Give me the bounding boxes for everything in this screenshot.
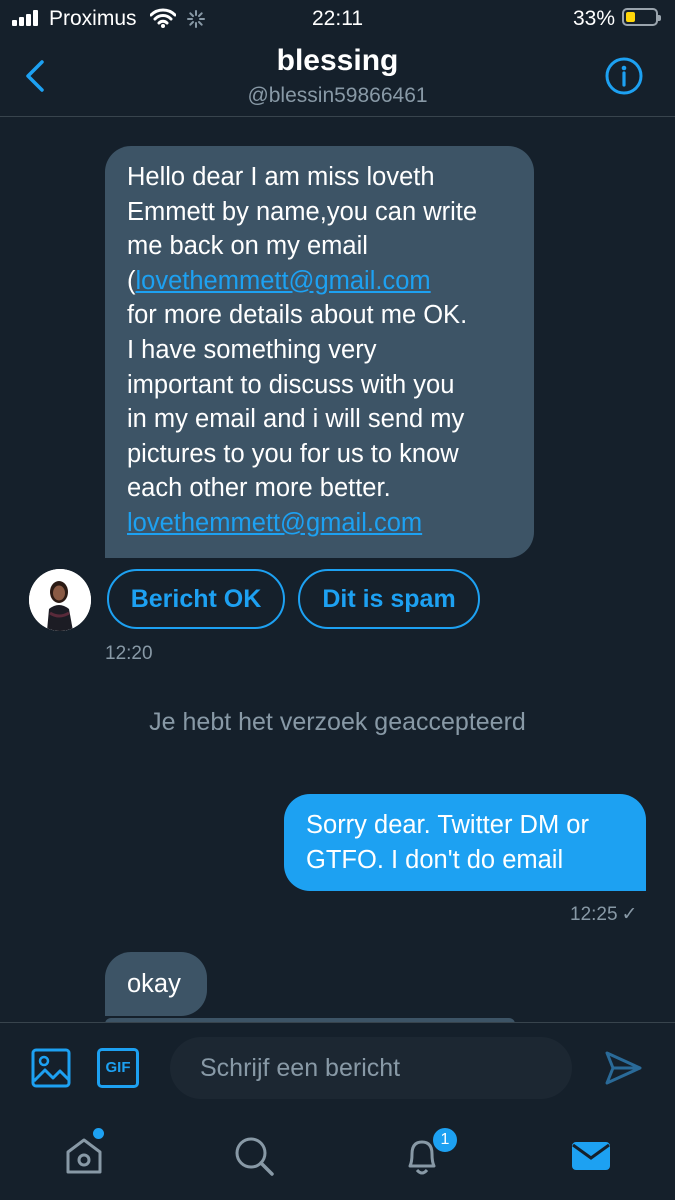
conversation-header: blessing @blessin59866461	[0, 38, 675, 117]
email-link[interactable]: lovethemmett@gmail.com	[127, 509, 422, 537]
avatar-image	[29, 569, 91, 631]
message-line: in my email and i will send my	[127, 405, 465, 434]
contact-handle: @blessin59866461	[247, 84, 428, 107]
status-bar: Proximus 22:11 33%	[0, 0, 675, 38]
message-timestamp: 12:20	[105, 643, 153, 664]
message-line: Hello dear I am miss loveth	[127, 163, 435, 191]
image-icon[interactable]	[31, 1048, 71, 1088]
gif-button[interactable]: GIF	[97, 1048, 139, 1088]
message-line: for more details about me OK.	[127, 301, 468, 330]
message-ok-button[interactable]: Bericht OK	[107, 569, 285, 629]
notification-badge: 1	[431, 1126, 459, 1154]
messages-icon[interactable]	[569, 1134, 613, 1178]
incoming-message-bubble: Hello dear I am miss loveth Emmett by na…	[105, 146, 534, 558]
send-icon[interactable]	[603, 1048, 643, 1088]
outgoing-message-bubble: Sorry dear. Twitter DM or GTFO. I don't …	[284, 794, 646, 891]
info-icon[interactable]	[604, 56, 644, 96]
timestamp-text: 12:25	[570, 904, 618, 925]
message-composer: GIF	[0, 1022, 675, 1113]
bottom-tab-bar	[0, 1112, 675, 1200]
home-icon[interactable]	[62, 1134, 106, 1178]
email-link[interactable]: lovethemmett@gmail.com	[136, 267, 431, 295]
message-line: pictures to you for us to know	[127, 439, 459, 468]
message-line: (lovethemmett@gmail.com	[127, 264, 512, 299]
new-content-dot	[93, 1128, 104, 1139]
message-line: I have something very	[127, 335, 377, 364]
incoming-message-bubble: okay	[105, 952, 207, 1016]
message-timestamp: 12:25 ✓	[570, 903, 637, 926]
search-icon[interactable]	[232, 1134, 276, 1178]
message-line: me back on my email	[127, 232, 368, 261]
paren-text: (	[127, 266, 136, 295]
system-note: Je hebt het verzoek geaccepteerd	[149, 708, 526, 736]
contact-name[interactable]: blessing	[0, 44, 675, 78]
message-line: lovethemmett@gmail.com	[127, 506, 512, 541]
battery-percent: 33%	[573, 7, 616, 30]
message-line: important to discuss with you	[127, 370, 455, 399]
message-line: GTFO. I don't do email	[306, 845, 564, 874]
message-line: Emmett by name,you can write	[127, 197, 478, 226]
message-line: each other more better.	[127, 474, 391, 503]
report-spam-button[interactable]: Dit is spam	[298, 569, 480, 629]
sent-check-icon: ✓	[621, 904, 638, 925]
message-line: Sorry dear. Twitter DM or	[306, 811, 589, 839]
message-text: okay	[127, 970, 181, 998]
message-input[interactable]	[170, 1037, 572, 1099]
battery-icon	[622, 8, 661, 26]
sender-avatar[interactable]	[29, 569, 91, 631]
